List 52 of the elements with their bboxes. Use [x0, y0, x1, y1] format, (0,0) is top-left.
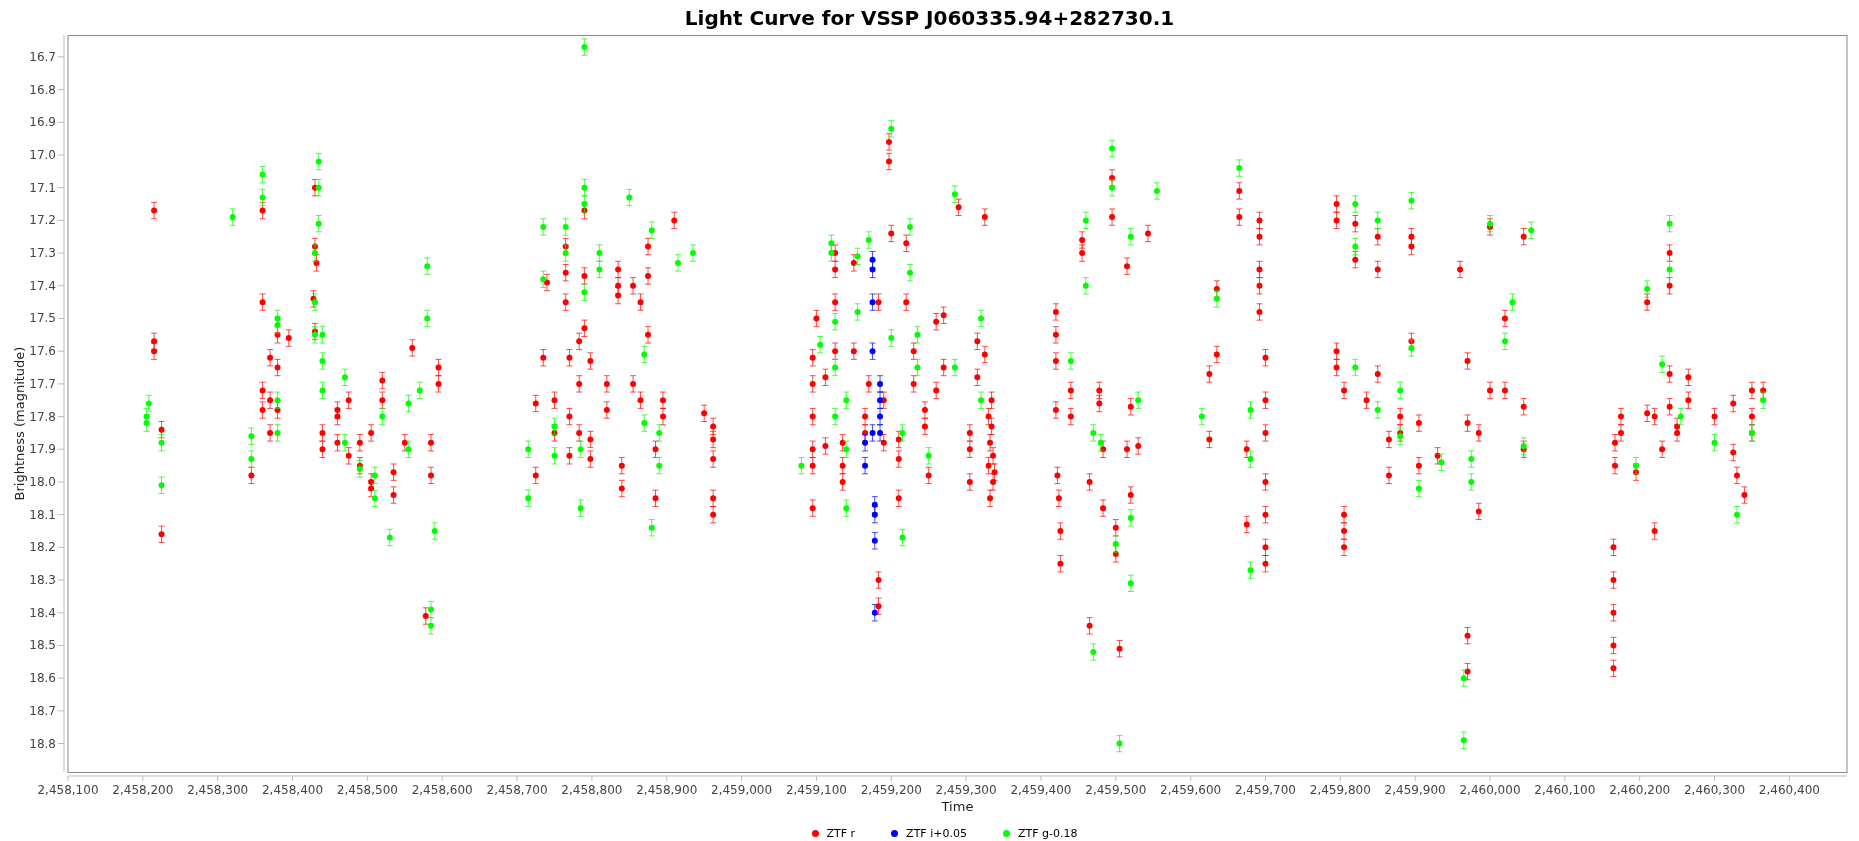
x-tick-label: 2,458,800 [561, 783, 623, 797]
y-tick-label: 18.0 [29, 474, 56, 489]
x-tick-label: 2,459,900 [1384, 783, 1446, 797]
y-tick-label: 16.8 [29, 82, 56, 97]
x-axis-title: Time [941, 799, 974, 814]
y-tick-label: 18.6 [29, 671, 56, 686]
x-tick-label: 2,460,100 [1534, 783, 1596, 797]
y-tick-label: 17.0 [29, 148, 56, 162]
y-tick-label: 18.4 [29, 605, 56, 620]
y-tick-label: 16.7 [29, 49, 56, 64]
x-tick-label: 2,459,100 [785, 783, 847, 797]
y-tick-label: 17.1 [29, 180, 56, 195]
legend-label: ZTF g-0.18 [1017, 826, 1078, 840]
x-tick-label: 2,458,500 [336, 783, 398, 797]
x-tick-label: 2,459,700 [1234, 783, 1296, 797]
y-tick-label: 18.7 [29, 703, 56, 718]
y-tick-label: 18.1 [29, 507, 56, 522]
x-tick-label: 2,458,900 [636, 783, 698, 797]
x-tick-label: 2,460,400 [1758, 783, 1820, 797]
x-tick-label: 2,459,800 [1309, 783, 1371, 797]
y-tick-label: 18.5 [29, 638, 56, 653]
x-tick-label: 2,458,600 [411, 783, 473, 797]
x-tick-label: 2,458,200 [112, 783, 174, 797]
x-tick-label: 2,459,400 [1010, 783, 1072, 797]
x-tick-label: 2,458,400 [262, 783, 324, 797]
y-tick-label: 17.3 [29, 246, 56, 261]
y-tick-label: 17.5 [29, 311, 56, 326]
y-tick-label: 17.8 [29, 409, 56, 424]
x-tick-label: 2,459,300 [935, 783, 997, 797]
y-tick-label: 17.6 [29, 344, 56, 359]
x-tick-label: 2,460,000 [1459, 783, 1521, 797]
y-tick-label: 18.2 [29, 540, 56, 555]
legend-label: ZTF r [826, 826, 856, 840]
y-tick-label: 16.9 [29, 115, 56, 130]
x-tick-label: 2,459,200 [860, 783, 922, 797]
x-tick-label: 2,458,100 [37, 783, 99, 797]
x-tick-label: 2,458,300 [187, 783, 249, 797]
legend-label: ZTF i+0.05 [906, 826, 967, 840]
x-tick-label: 2,459,000 [711, 783, 773, 797]
y-tick-label: 17.9 [29, 442, 56, 457]
y-tick-label: 17.2 [29, 213, 56, 228]
x-tick-label: 2,460,200 [1609, 783, 1671, 797]
chart-title: Light Curve for VSSP J060335.94+282730.1 [684, 5, 1175, 30]
y-tick-label: 18.8 [29, 736, 56, 751]
y-tick-label: 17.7 [29, 376, 56, 391]
x-tick-label: 2,458,700 [486, 783, 548, 797]
x-tick-label: 2,459,600 [1160, 783, 1222, 797]
x-tick-label: 2,459,500 [1085, 783, 1147, 797]
y-tick-label: 17.4 [29, 278, 56, 293]
x-tick-label: 2,460,300 [1684, 783, 1746, 797]
y-tick-label: 18.3 [29, 573, 56, 588]
y-axis-title: Brightness (magnitude) [12, 346, 27, 501]
